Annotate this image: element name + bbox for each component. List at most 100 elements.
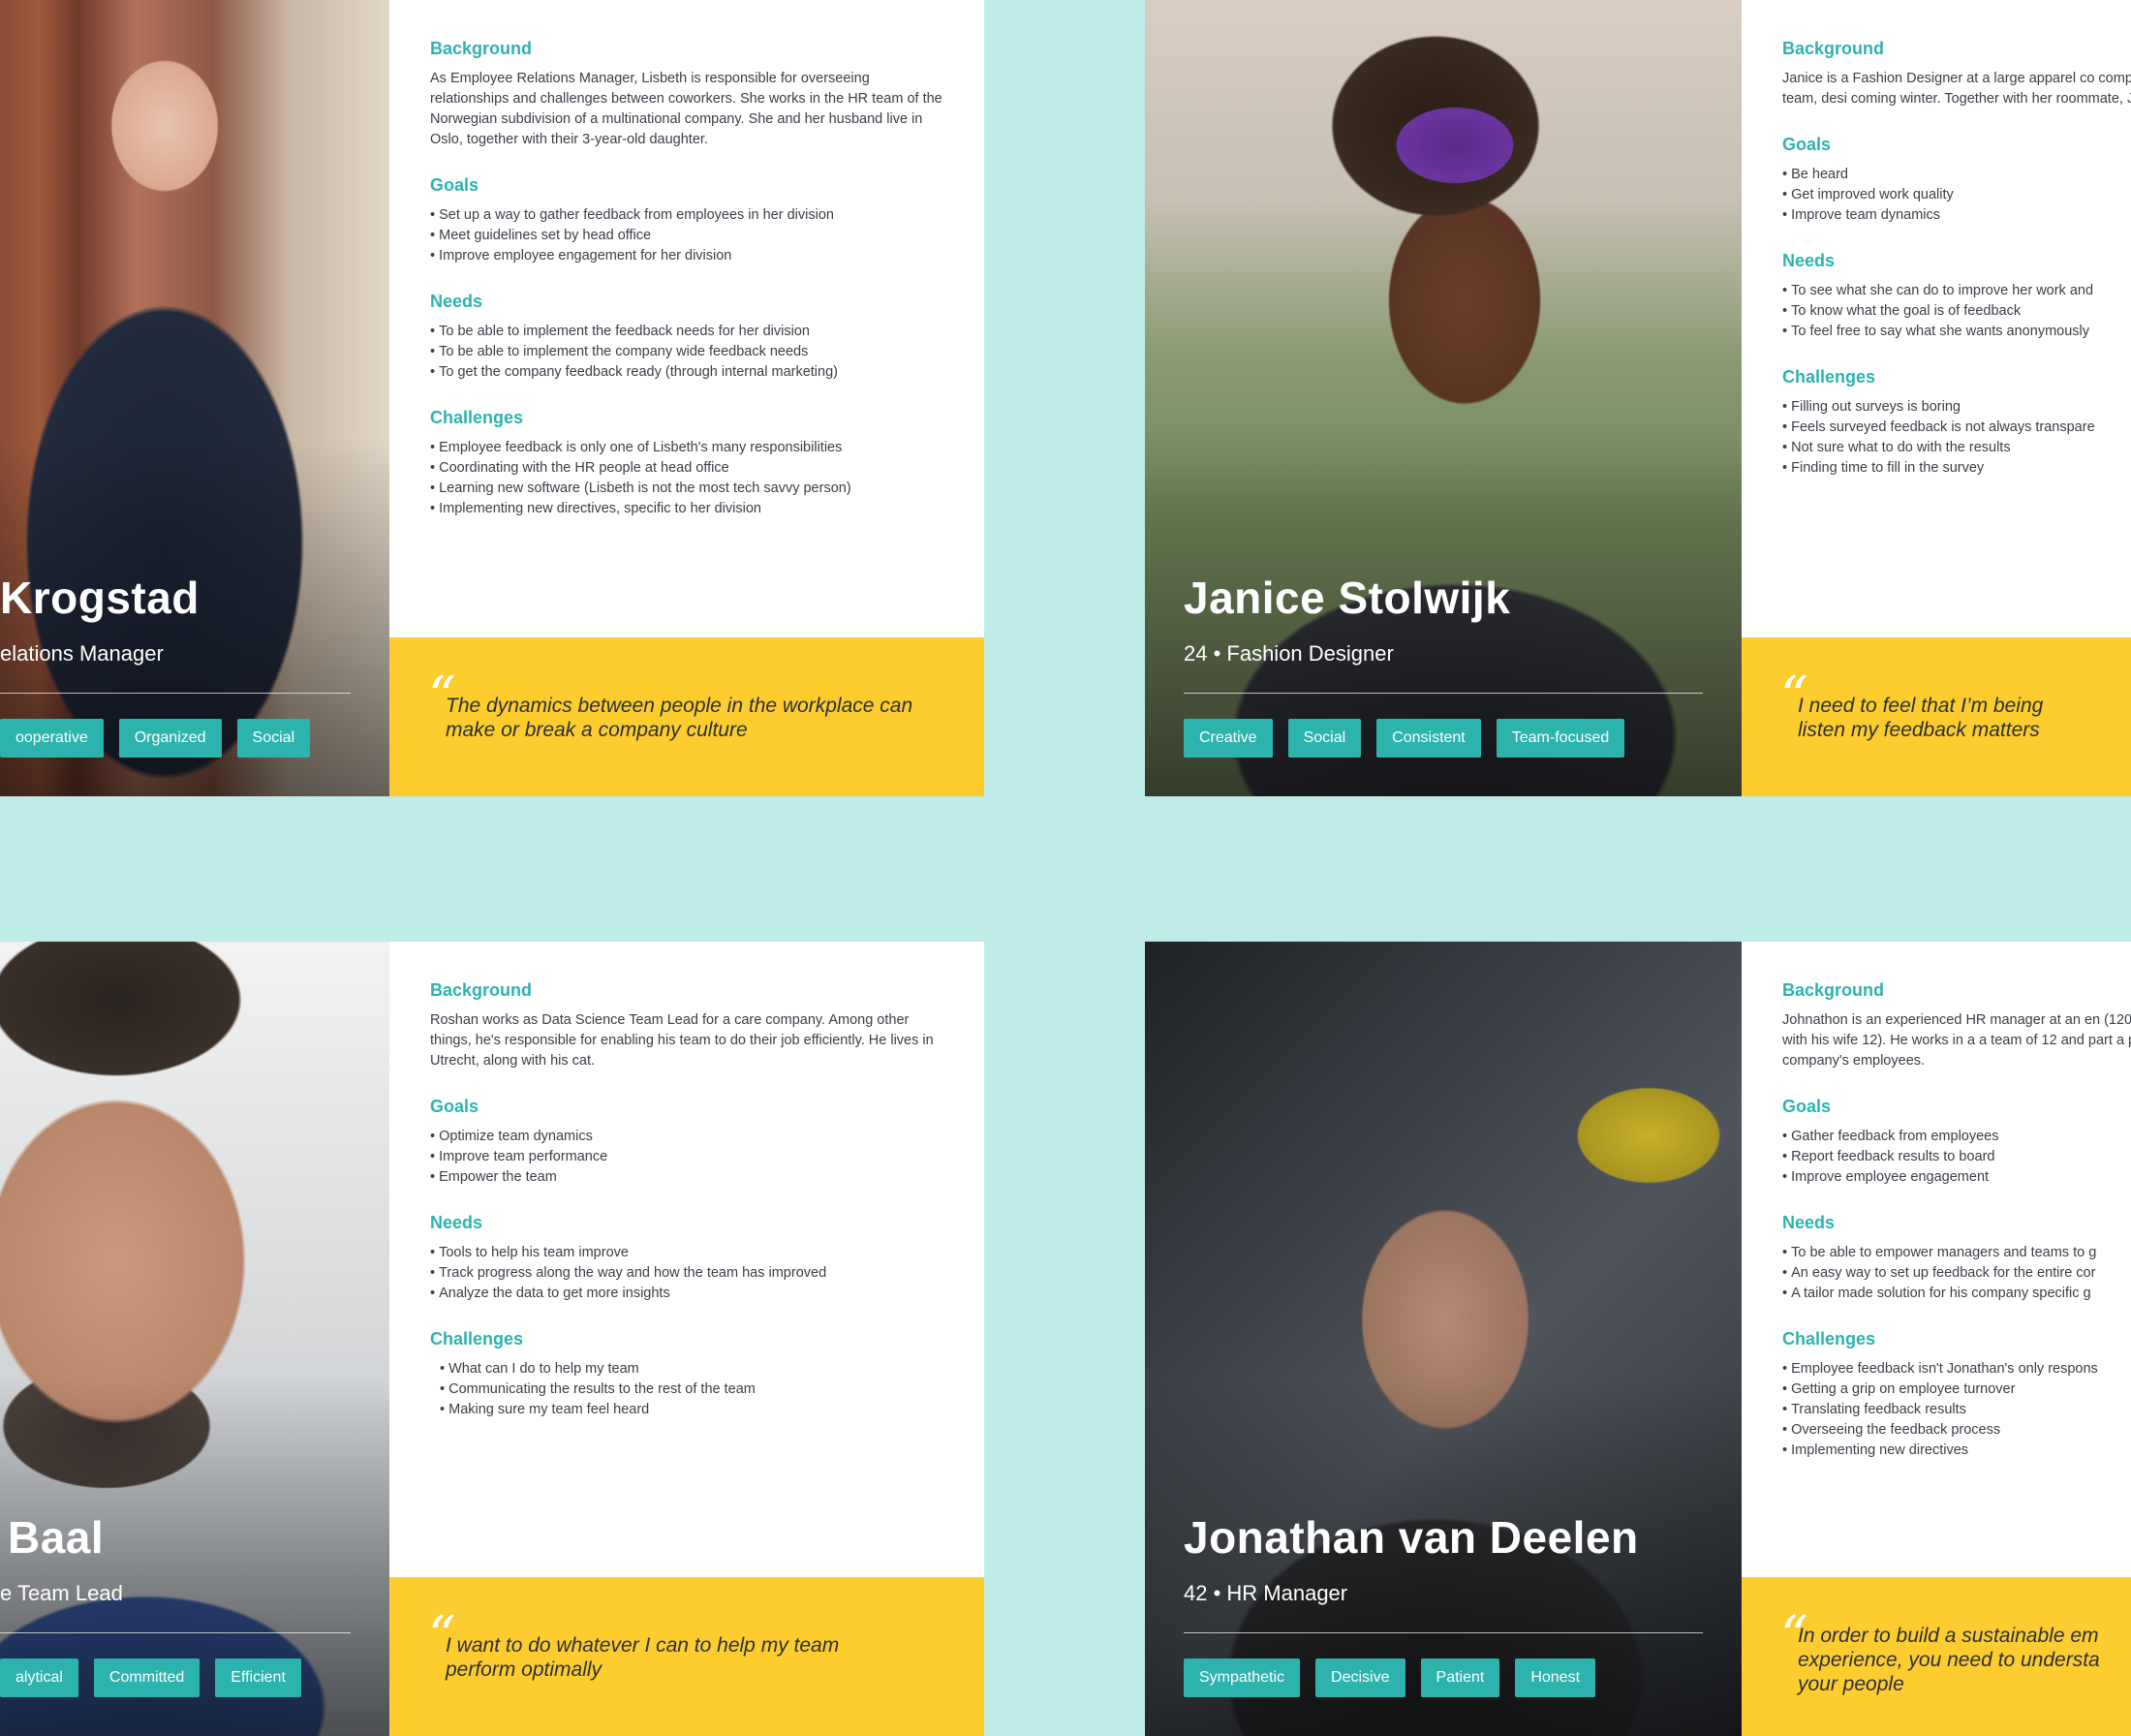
persona-quote: In order to build a sustainable em exper… [1798, 1625, 2100, 1695]
divider [1184, 693, 1703, 694]
trait-tag: Creative [1184, 719, 1273, 758]
trait-tag: Patient [1420, 1658, 1500, 1697]
goals-list: Set up a way to gather feedback from emp… [430, 205, 945, 266]
list-item: To be able to empower managers and teams… [1782, 1243, 2096, 1263]
list-item: Implementing new directives [1782, 1441, 2092, 1461]
list-item: An easy way to set up feedback for the e… [1782, 1263, 2095, 1284]
trait-tag: Social [236, 719, 311, 758]
background-title: Background [430, 39, 533, 58]
persona-photo: Janice Stolwijk 24 • Fashion Designer Cr… [1145, 0, 1742, 796]
list-item: Track progress along the way and how the… [430, 1263, 945, 1284]
needs-title: Needs [430, 1213, 483, 1232]
challenges-list: Employee feedback is only one of Lisbeth… [430, 438, 945, 519]
list-item: Improve employee engagement for her divi… [430, 246, 945, 266]
list-item: Not sure what to do with the results [1782, 438, 2092, 458]
persona-photo: Baal e Team Lead alytical Committed Effi… [0, 942, 389, 1736]
list-item: To be able to implement the feedback nee… [430, 322, 945, 342]
persona-role: elations Manager [0, 641, 164, 666]
divider [0, 1632, 351, 1633]
goals-list: Optimize team dynamics Improve team perf… [430, 1127, 945, 1188]
goals-list: Be heard Get improved work quality Impro… [1782, 165, 2092, 226]
list-item: To know what the goal is of feedback [1782, 301, 2092, 322]
list-item: Employee feedback is only one of Lisbeth… [430, 438, 945, 458]
trait-tag: Honest [1515, 1658, 1596, 1697]
list-item: Implementing new directives, specific to… [430, 499, 945, 519]
trait-tag: Efficient [215, 1658, 301, 1697]
list-item: Improve team performance [430, 1147, 945, 1167]
needs-title: Needs [1782, 251, 1836, 270]
trait-tag: Decisive [1315, 1658, 1405, 1697]
list-item: Set up a way to gather feedback from emp… [430, 205, 945, 226]
list-item: Gather feedback from employees [1782, 1127, 2092, 1147]
persona-role: 42 • HR Manager [1184, 1581, 1348, 1605]
list-item: Employee feedback isn't Jonathan's only … [1782, 1359, 2098, 1380]
needs-list: Tools to help his team improve Track pro… [430, 1243, 945, 1304]
challenges-list: Employee feedback isn't Jonathan's only … [1782, 1359, 2098, 1461]
list-item: To see what she can do to improve her wo… [1782, 281, 2093, 301]
list-item: Meet guidelines set by head office [430, 226, 945, 246]
list-item: Be heard [1782, 165, 2092, 185]
list-item: Filling out surveys is boring [1782, 397, 2092, 418]
list-item: Get improved work quality [1782, 185, 2092, 205]
trait-tag: alytical [0, 1658, 78, 1697]
needs-list: To be able to implement the feedback nee… [430, 322, 945, 383]
persona-card-jonathan: Jonathan van Deelen 42 • HR Manager Symp… [1145, 942, 2131, 1736]
persona-info: Background As Employee Relations Manager… [389, 0, 984, 796]
goals-title: Goals [430, 1097, 479, 1116]
trait-tag: Committed [93, 1658, 201, 1697]
background-title: Background [1782, 980, 1885, 1000]
list-item: Learning new software (Lisbeth is not th… [430, 479, 945, 499]
trait-tag: Social [1287, 719, 1362, 758]
divider [1184, 1632, 1703, 1633]
persona-quote: I want to do whatever I can to help my t… [446, 1634, 840, 1681]
persona-name: Baal [8, 1512, 105, 1563]
persona-card-roshan: Baal e Team Lead alytical Committed Effi… [0, 942, 984, 1736]
background-text: Roshan works as Data Science Team Lead f… [430, 1012, 934, 1069]
background-title: Background [430, 980, 533, 1000]
background-text: Johnathon is an experienced HR manager a… [1782, 1012, 2131, 1069]
persona-card-janice: Janice Stolwijk 24 • Fashion Designer Cr… [1145, 0, 2131, 796]
background-text: Janice is a Fashion Designer at a large … [1782, 71, 2131, 107]
persona-name: Krogstad [0, 573, 200, 623]
goals-list: Gather feedback from employees Report fe… [1782, 1127, 2092, 1188]
list-item: Making sure my team feel heard [440, 1400, 945, 1420]
quote-band: “ I want to do whatever I can to help my… [389, 1577, 984, 1736]
list-item: Tools to help his team improve [430, 1243, 945, 1263]
trait-tag: ooperative [0, 719, 104, 758]
quote-band: “ The dynamics between people in the wor… [389, 637, 984, 796]
persona-photo: Jonathan van Deelen 42 • HR Manager Symp… [1145, 942, 1742, 1736]
list-item: To get the company feedback ready (throu… [430, 362, 945, 383]
persona-name: Jonathan van Deelen [1184, 1512, 1639, 1563]
needs-list: To see what she can do to improve her wo… [1782, 281, 2093, 342]
list-item: Improve team dynamics [1782, 205, 2092, 226]
needs-list: To be able to empower managers and teams… [1782, 1243, 2096, 1304]
quote-band: “ I need to feel that I’m being listen m… [1742, 637, 2131, 796]
trait-tag: Team-focused [1496, 719, 1625, 758]
quote-band: “ In order to build a sustainable em exp… [1742, 1577, 2131, 1736]
persona-role: e Team Lead [0, 1581, 123, 1605]
list-item: Getting a grip on employee turnover [1782, 1380, 2092, 1400]
persona-info: Background Johnathon is an experienced H… [1742, 942, 2131, 1736]
list-item: To be able to implement the company wide… [430, 342, 945, 362]
list-item: Finding time to fill in the survey [1782, 458, 2092, 479]
needs-title: Needs [1782, 1213, 1836, 1232]
persona-info: Background Roshan works as Data Science … [389, 942, 984, 1736]
list-item: Feels surveyed feedback is not always tr… [1782, 418, 2095, 438]
trait-tag: Consistent [1376, 719, 1481, 758]
list-item: Translating feedback results [1782, 1400, 2092, 1420]
list-item: Empower the team [430, 1167, 945, 1188]
persona-info: Background Janice is a Fashion Designer … [1742, 0, 2131, 796]
list-item: Improve employee engagement [1782, 1167, 2092, 1188]
trait-tags: alytical Committed Efficient [0, 1658, 301, 1697]
challenges-title: Challenges [1782, 1329, 1876, 1348]
goals-title: Goals [1782, 1097, 1832, 1116]
trait-tags: Creative Social Consistent Team-focused [1184, 719, 1625, 758]
goals-title: Goals [1782, 135, 1832, 154]
divider [0, 693, 351, 694]
persona-card-lisbeth: Krogstad elations Manager ooperative Org… [0, 0, 984, 796]
challenges-title: Challenges [430, 408, 524, 427]
persona-quote: The dynamics between people in the workp… [446, 695, 913, 741]
list-item: To feel free to say what she wants anony… [1782, 322, 2092, 342]
list-item: A tailor made solution for his company s… [1782, 1284, 2092, 1304]
trait-tags: Sympathetic Decisive Patient Honest [1184, 1658, 1596, 1697]
